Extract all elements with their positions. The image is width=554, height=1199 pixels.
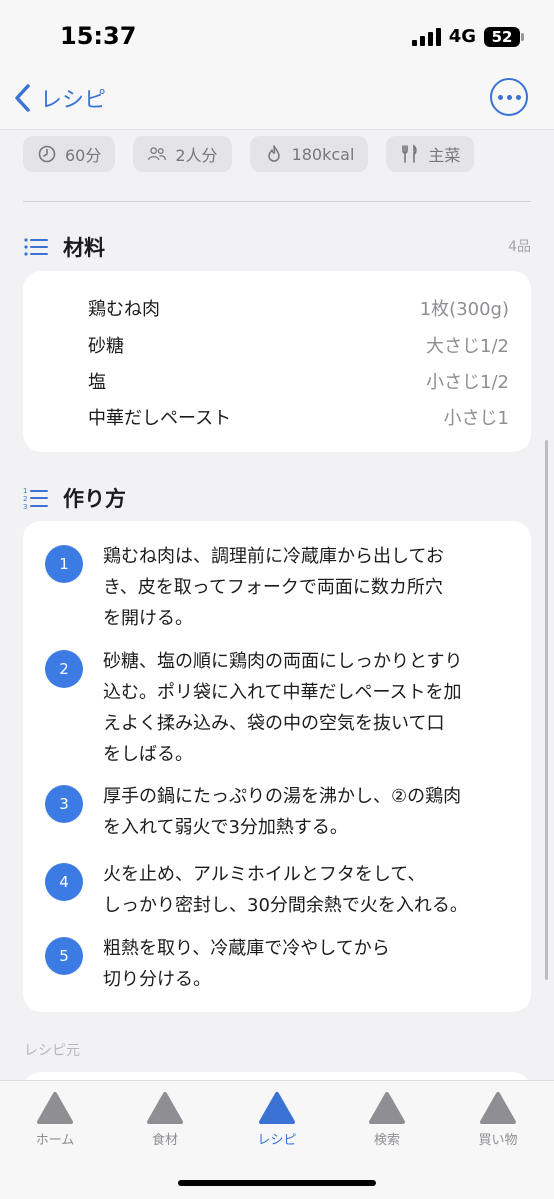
- tab-label: 食材: [151, 1133, 178, 1148]
- status-indicators: 4G 52: [411, 26, 524, 47]
- step-text: 粗熱を取り、冷蔵庫で冷やしてから 切り分ける。: [103, 933, 390, 995]
- tab-label: レシピ: [257, 1133, 297, 1148]
- step-item: 1 鶏むね肉は、調理前に冷蔵庫から出してお き、皮を取ってフォークで両面に数カ所…: [45, 541, 507, 634]
- step-number-badge: 4: [45, 863, 83, 901]
- ingredients-count: 4品: [508, 239, 531, 255]
- tab-search[interactable]: 検索: [347, 1091, 427, 1148]
- step-item: 5 粗熱を取り、冷蔵庫で冷やしてから 切り分ける。: [45, 933, 507, 995]
- step-text: 砂糖、塩の順に鶏肉の両面にしっかりとすり 込む。ポリ袋に入れて中華だしペーストを…: [103, 646, 462, 770]
- step-line: 切り分ける。: [103, 969, 211, 990]
- tab-label: 買い物: [478, 1133, 518, 1148]
- recipe-info-chips: 60分 2人分 180kcal 主菜: [23, 136, 475, 172]
- step-number-badge: 5: [45, 937, 83, 975]
- step-line: を開ける。: [103, 608, 193, 629]
- tab-recipe[interactable]: レシピ: [237, 1091, 317, 1148]
- svg-text:1: 1: [23, 487, 27, 495]
- ingredient-qty: 大さじ1/2: [426, 336, 509, 357]
- chip-category: 主菜: [386, 136, 475, 172]
- step-line: 鶏むね肉は、調理前に冷蔵庫から出してお: [103, 546, 444, 567]
- tab-label: 検索: [373, 1133, 400, 1148]
- clock-icon: [38, 145, 56, 163]
- step-line: 砂糖、塩の順に鶏肉の両面にしっかりとすり: [103, 651, 463, 672]
- ingredient-qty: 1枚(300g): [419, 299, 509, 320]
- ingredient-name: 鶏むね肉: [88, 299, 160, 320]
- steps-header: 123 作り方: [23, 483, 126, 513]
- step-line: 厚手の鍋にたっぷりの湯を沸かし、②の鶏肉: [103, 786, 462, 807]
- ingredient-name: 砂糖: [88, 336, 124, 357]
- step-line: 込む。ポリ袋に入れて中華だしペーストを加: [103, 682, 462, 703]
- svg-text:2: 2: [23, 495, 27, 503]
- step-line: 粗熱を取り、冷蔵庫で冷やしてから: [103, 938, 390, 959]
- signal-icon: [411, 27, 441, 46]
- step-text: 鶏むね肉は、調理前に冷蔵庫から出してお き、皮を取ってフォークで両面に数カ所穴 …: [103, 541, 444, 634]
- triangle-icon: [147, 1092, 183, 1124]
- ellipsis-icon: [497, 94, 503, 100]
- ingredient-name: 中華だしペースト: [88, 408, 232, 429]
- step-line: をしばる。: [103, 744, 193, 765]
- ellipsis-dot: [506, 94, 512, 100]
- source-label: レシピ元: [24, 1043, 80, 1059]
- back-label: レシピ: [40, 88, 107, 113]
- step-line: を入れて弱火で3分加熱する。: [103, 817, 348, 838]
- tab-home[interactable]: ホーム: [15, 1091, 95, 1148]
- chevron-left-icon: [15, 84, 30, 112]
- ellipsis-dot: [515, 94, 521, 100]
- back-button[interactable]: レシピ: [12, 82, 106, 114]
- triangle-icon: [37, 1092, 73, 1124]
- numbered-list-icon: 123: [23, 487, 48, 510]
- tab-shopping[interactable]: 買い物: [458, 1091, 538, 1148]
- ingredient-row: 砂糖 大さじ1/2: [88, 332, 509, 358]
- step-line: 火を止め、アルミホイルとフタをして、: [103, 864, 426, 885]
- divider: [23, 201, 531, 202]
- triangle-icon: [369, 1092, 405, 1124]
- chip-time: 60分: [23, 136, 116, 172]
- steps-card: 1 鶏むね肉は、調理前に冷蔵庫から出してお き、皮を取ってフォークで両面に数カ所…: [23, 521, 531, 1012]
- step-text: 厚手の鍋にたっぷりの湯を沸かし、②の鶏肉 を入れて弱火で3分加熱する。: [103, 781, 461, 843]
- svg-text:3: 3: [23, 503, 27, 510]
- nav-bar: レシピ: [0, 74, 554, 130]
- step-line: しっかり密封し、30分間余熱で火を入れる。: [103, 895, 468, 916]
- network-type: 4G: [448, 26, 476, 47]
- chip-calories: 180kcal: [249, 136, 369, 172]
- ingredient-row: 中華だしペースト 小さじ1: [88, 404, 509, 430]
- step-item: 2 砂糖、塩の順に鶏肉の両面にしっかりとすり 込む。ポリ袋に入れて中華だしペース…: [45, 646, 507, 770]
- steps-title: 作り方: [63, 487, 126, 511]
- step-item: 4 火を止め、アルミホイルとフタをして、 しっかり密封し、30分間余熱で火を入れ…: [45, 859, 507, 921]
- step-text: 火を止め、アルミホイルとフタをして、 しっかり密封し、30分間余熱で火を入れる。: [103, 859, 468, 921]
- chip-calories-label: 180kcal: [291, 144, 355, 164]
- step-item: 3 厚手の鍋にたっぷりの湯を沸かし、②の鶏肉 を入れて弱火で3分加熱する。: [45, 781, 507, 843]
- people-icon: [148, 147, 167, 161]
- status-bar: 15:37 4G 52: [0, 0, 554, 74]
- flame-icon: [267, 145, 280, 162]
- ingredients-title: 材料: [63, 236, 105, 260]
- tab-ingredients[interactable]: 食材: [125, 1091, 205, 1148]
- fork-knife-icon: [402, 144, 418, 163]
- ingredient-qty: 小さじ1/2: [426, 372, 509, 393]
- step-number-badge: 1: [45, 545, 83, 583]
- home-indicator: [178, 1180, 376, 1186]
- more-options-button[interactable]: [490, 78, 528, 116]
- status-time: 15:37: [60, 22, 137, 50]
- tab-label: ホーム: [35, 1133, 75, 1148]
- chip-category-label: 主菜: [428, 146, 461, 165]
- ingredient-row: 鶏むね肉 1枚(300g): [88, 295, 509, 321]
- ingredients-header: 材料: [23, 232, 105, 262]
- ingredients-card: 鶏むね肉 1枚(300g) 砂糖 大さじ1/2 塩 小さじ1/2 中華だしペース…: [23, 271, 531, 452]
- triangle-icon: [480, 1092, 516, 1124]
- chip-servings-label: 2人分: [175, 146, 218, 165]
- ingredient-qty: 小さじ1: [443, 408, 509, 429]
- ingredient-row: 塩 小さじ1/2: [88, 368, 509, 394]
- step-number-badge: 3: [45, 785, 83, 823]
- ingredient-name: 塩: [88, 372, 106, 393]
- battery-icon: 52: [484, 26, 524, 47]
- step-line: き、皮を取ってフォークで両面に数カ所穴: [103, 577, 443, 598]
- triangle-icon: [259, 1092, 295, 1124]
- list-icon: [24, 238, 48, 256]
- chip-time-label: 60分: [65, 146, 102, 165]
- step-number-badge: 2: [45, 650, 83, 688]
- chip-servings: 2人分: [133, 136, 232, 172]
- scroll-indicator[interactable]: [545, 440, 548, 980]
- step-line: えよく揉み込み、袋の中の空気を抜いて口: [103, 713, 445, 734]
